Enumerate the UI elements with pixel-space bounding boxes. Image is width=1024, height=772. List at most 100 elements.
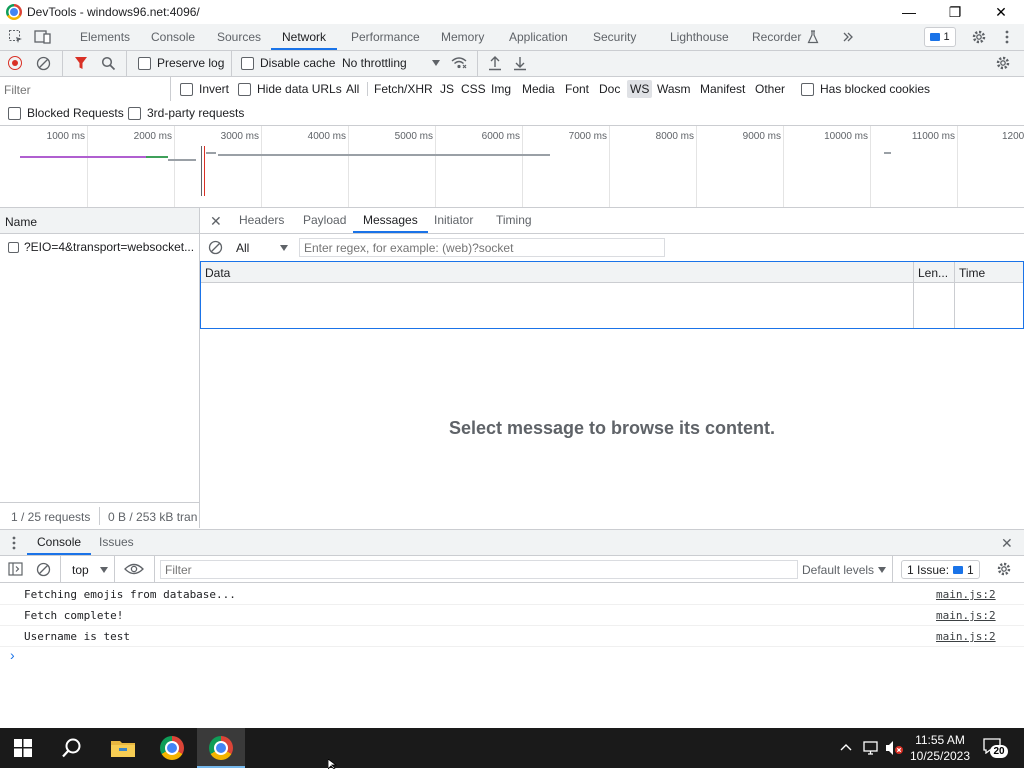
- clear-console-icon[interactable]: [36, 562, 51, 580]
- preserve-log-checkbox-box[interactable]: [138, 56, 151, 70]
- filter-type-js[interactable]: JS: [440, 82, 454, 96]
- messages-grid[interactable]: Data Len... Time: [200, 261, 1024, 329]
- time-column-header[interactable]: Time: [959, 266, 985, 280]
- live-expression-eye-icon[interactable]: [124, 562, 144, 579]
- record-stop-button[interactable]: [8, 56, 22, 70]
- filter-type-manifest[interactable]: Manifest: [700, 82, 745, 96]
- data-column-header[interactable]: Data: [205, 266, 230, 280]
- log-levels-select[interactable]: Default levels: [802, 563, 887, 577]
- close-drawer-icon[interactable]: ✕: [1001, 535, 1013, 552]
- export-har-download-icon[interactable]: [513, 55, 527, 74]
- tab-sources[interactable]: Sources: [217, 24, 261, 50]
- chrome-taskbar-icon[interactable]: [160, 736, 184, 760]
- close-window-button[interactable]: ✕: [978, 0, 1024, 24]
- clear-log-icon[interactable]: [36, 56, 51, 74]
- network-conditions-wifi-icon[interactable]: [450, 55, 468, 74]
- console-log-row[interactable]: Username is test main.js:2: [0, 626, 1024, 647]
- tab-network[interactable]: Network: [271, 24, 338, 50]
- tab-elements[interactable]: Elements: [80, 24, 130, 50]
- filter-type-other[interactable]: Other: [755, 82, 785, 96]
- console-settings-gear-icon[interactable]: [996, 561, 1012, 580]
- disable-cache-checkbox[interactable]: Disable cache: [241, 56, 335, 70]
- windows-start-icon[interactable]: [14, 739, 32, 760]
- tab-timing[interactable]: Timing: [496, 208, 532, 233]
- more-options-icon[interactable]: [998, 28, 1016, 46]
- length-column-header[interactable]: Len...: [918, 266, 948, 280]
- filter-type-wasm[interactable]: Wasm: [657, 82, 691, 96]
- network-overview-timeline[interactable]: 1000 ms 2000 ms 3000 ms 4000 ms 5000 ms …: [0, 126, 1024, 280]
- invert-checkbox[interactable]: Invert: [180, 82, 229, 96]
- drawer-menu-icon[interactable]: [12, 536, 16, 553]
- request-list-header[interactable]: Name: [0, 208, 199, 234]
- taskbar-search-icon[interactable]: [61, 737, 83, 762]
- chrome-devtools-taskbar-button[interactable]: [197, 728, 245, 768]
- tab-performance[interactable]: Performance: [351, 24, 420, 50]
- restore-button[interactable]: ❐: [932, 0, 978, 24]
- preserve-log-checkbox[interactable]: Preserve log: [138, 56, 224, 70]
- tab-payload[interactable]: Payload: [303, 208, 346, 233]
- blocked-requests-checkbox[interactable]: Blocked Requests: [8, 106, 124, 120]
- filter-type-media[interactable]: Media: [522, 82, 555, 96]
- more-tabs-chevron-icon[interactable]: [839, 28, 857, 46]
- filter-type-all[interactable]: All: [346, 82, 359, 96]
- console-log-row[interactable]: Fetch complete! main.js:2: [0, 605, 1024, 626]
- hide-data-urls-checkbox[interactable]: Hide data URLs: [238, 82, 342, 96]
- filter-type-css[interactable]: CSS: [461, 82, 486, 96]
- issues-counter-button[interactable]: 1: [924, 27, 956, 47]
- has-blocked-cookies-checkbox[interactable]: Has blocked cookies: [801, 82, 930, 96]
- tab-memory[interactable]: Memory: [441, 24, 484, 50]
- console-sidebar-toggle-icon[interactable]: [8, 562, 23, 579]
- tab-headers[interactable]: Headers: [239, 208, 284, 233]
- inspect-element-icon[interactable]: [7, 28, 25, 46]
- taskbar-clock[interactable]: 11:55 AM 10/25/2023: [905, 732, 975, 764]
- network-settings-gear-icon[interactable]: [995, 55, 1011, 74]
- network-filter-input[interactable]: [2, 80, 170, 100]
- context-selector[interactable]: top: [72, 563, 108, 577]
- close-detail-icon[interactable]: ✕: [210, 213, 222, 230]
- file-explorer-icon[interactable]: [111, 738, 135, 761]
- filter-type-ws[interactable]: WS: [627, 80, 653, 98]
- invert-checkbox-box[interactable]: [180, 82, 193, 96]
- volume-muted-tray-icon[interactable]: [885, 740, 905, 759]
- tab-messages[interactable]: Messages: [353, 208, 428, 233]
- console-log-row[interactable]: Fetching emojis from database... main.js…: [0, 584, 1024, 605]
- console-log-source-link[interactable]: main.js:2: [936, 609, 996, 622]
- disable-cache-checkbox-box[interactable]: [241, 56, 254, 70]
- device-toolbar-icon[interactable]: [34, 28, 52, 46]
- import-har-upload-icon[interactable]: [488, 55, 502, 74]
- drawer-tab-issues[interactable]: Issues: [99, 530, 134, 555]
- clear-messages-icon[interactable]: [208, 240, 223, 258]
- message-type-select[interactable]: All: [236, 241, 288, 255]
- message-regex-filter-input[interactable]: [299, 238, 665, 257]
- throttling-select[interactable]: No throttling: [342, 56, 440, 70]
- network-tray-icon[interactable]: [862, 740, 880, 759]
- drawer-tab-console[interactable]: Console: [27, 530, 92, 555]
- console-issues-button[interactable]: 1 Issue: 1: [901, 560, 980, 579]
- tab-application[interactable]: Application: [509, 24, 568, 50]
- console-log-source-link[interactable]: main.js:2: [936, 630, 996, 643]
- show-hidden-icons-chevron-icon[interactable]: [840, 740, 852, 755]
- search-icon[interactable]: [101, 56, 116, 74]
- blocked-requests-checkbox-box[interactable]: [8, 106, 21, 120]
- tab-initiator[interactable]: Initiator: [434, 208, 473, 233]
- filter-type-font[interactable]: Font: [565, 82, 589, 96]
- third-party-requests-checkbox-box[interactable]: [128, 106, 141, 120]
- hide-data-urls-checkbox-box[interactable]: [238, 82, 251, 96]
- minimize-button[interactable]: —: [886, 0, 932, 24]
- tab-console[interactable]: Console: [151, 24, 195, 50]
- settings-gear-icon[interactable]: [970, 28, 988, 46]
- tab-security[interactable]: Security: [593, 24, 636, 50]
- action-center-notification-icon[interactable]: 20: [983, 737, 1008, 759]
- console-log-source-link[interactable]: main.js:2: [936, 588, 996, 601]
- tab-lighthouse[interactable]: Lighthouse: [670, 24, 729, 50]
- console-filter-input[interactable]: [160, 560, 798, 579]
- filter-funnel-icon[interactable]: [74, 56, 88, 74]
- filter-type-img[interactable]: Img: [491, 82, 511, 96]
- third-party-requests-checkbox[interactable]: 3rd-party requests: [128, 106, 244, 120]
- console-prompt-area[interactable]: ›: [0, 647, 1024, 729]
- filter-type-fetch-xhr[interactable]: Fetch/XHR: [374, 82, 433, 96]
- request-row[interactable]: ?EIO=4&transport=websocket...: [0, 238, 199, 256]
- tab-recorder[interactable]: Recorder: [752, 24, 801, 50]
- has-blocked-cookies-checkbox-box[interactable]: [801, 82, 814, 96]
- filter-type-doc[interactable]: Doc: [599, 82, 620, 96]
